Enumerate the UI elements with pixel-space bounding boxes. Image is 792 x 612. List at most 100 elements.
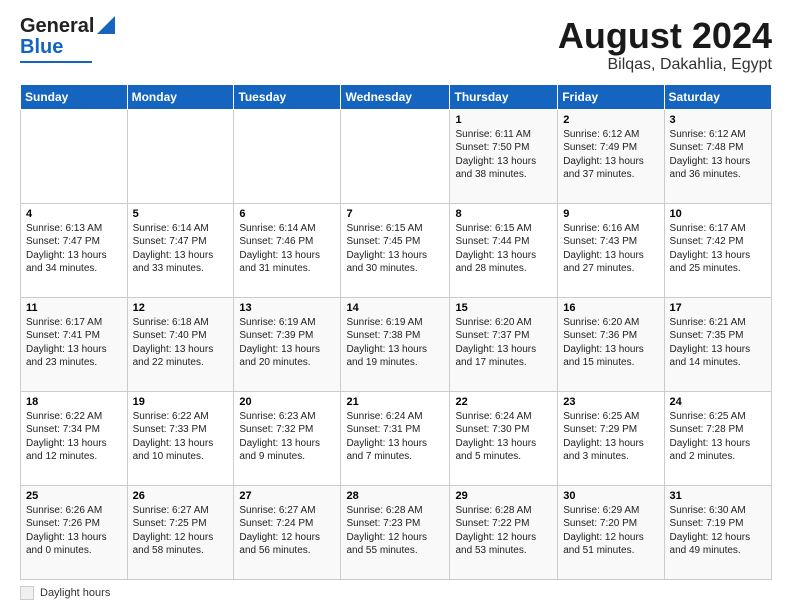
day-info: Sunrise: 6:18 AMSunset: 7:40 PMDaylight:… — [133, 317, 214, 369]
table-row: 25 Sunrise: 6:26 AMSunset: 7:26 PMDaylig… — [21, 485, 128, 579]
day-number: 4 — [26, 208, 122, 220]
table-row: 18 Sunrise: 6:22 AMSunset: 7:34 PMDaylig… — [21, 391, 128, 485]
table-row: 21 Sunrise: 6:24 AMSunset: 7:31 PMDaylig… — [341, 391, 450, 485]
table-row: 27 Sunrise: 6:27 AMSunset: 7:24 PMDaylig… — [234, 485, 341, 579]
table-row: 13 Sunrise: 6:19 AMSunset: 7:39 PMDaylig… — [234, 297, 341, 391]
calendar-week-row: 18 Sunrise: 6:22 AMSunset: 7:34 PMDaylig… — [21, 391, 772, 485]
day-number: 5 — [133, 208, 229, 220]
daylight-legend-box — [20, 586, 34, 600]
day-number: 9 — [563, 208, 658, 220]
day-info: Sunrise: 6:25 AMSunset: 7:29 PMDaylight:… — [563, 411, 644, 463]
day-info: Sunrise: 6:26 AMSunset: 7:26 PMDaylight:… — [26, 505, 107, 557]
day-info: Sunrise: 6:14 AMSunset: 7:47 PMDaylight:… — [133, 223, 214, 275]
day-number: 1 — [455, 114, 552, 126]
day-info: Sunrise: 6:30 AMSunset: 7:19 PMDaylight:… — [670, 505, 751, 557]
day-info: Sunrise: 6:13 AMSunset: 7:47 PMDaylight:… — [26, 223, 107, 275]
day-number: 13 — [239, 302, 335, 314]
table-row: 16 Sunrise: 6:20 AMSunset: 7:36 PMDaylig… — [558, 297, 664, 391]
day-number: 15 — [455, 302, 552, 314]
table-row: 11 Sunrise: 6:17 AMSunset: 7:41 PMDaylig… — [21, 297, 128, 391]
logo: General Blue — [20, 16, 115, 63]
table-row: 9 Sunrise: 6:16 AMSunset: 7:43 PMDayligh… — [558, 203, 664, 297]
day-info: Sunrise: 6:17 AMSunset: 7:42 PMDaylight:… — [670, 223, 751, 275]
logo-general: General — [20, 16, 94, 36]
calendar-table: Sunday Monday Tuesday Wednesday Thursday… — [20, 84, 772, 580]
day-info: Sunrise: 6:12 AMSunset: 7:49 PMDaylight:… — [563, 129, 644, 181]
day-info: Sunrise: 6:16 AMSunset: 7:43 PMDaylight:… — [563, 223, 644, 275]
day-number: 19 — [133, 396, 229, 408]
day-info: Sunrise: 6:23 AMSunset: 7:32 PMDaylight:… — [239, 411, 320, 463]
logo-text-block: General Blue — [20, 16, 115, 63]
table-row: 8 Sunrise: 6:15 AMSunset: 7:44 PMDayligh… — [450, 203, 558, 297]
table-row: 1 Sunrise: 6:11 AMSunset: 7:50 PMDayligh… — [450, 109, 558, 203]
day-info: Sunrise: 6:27 AMSunset: 7:24 PMDaylight:… — [239, 505, 320, 557]
day-info: Sunrise: 6:12 AMSunset: 7:48 PMDaylight:… — [670, 129, 751, 181]
table-row: 4 Sunrise: 6:13 AMSunset: 7:47 PMDayligh… — [21, 203, 128, 297]
table-row: 23 Sunrise: 6:25 AMSunset: 7:29 PMDaylig… — [558, 391, 664, 485]
calendar-week-row: 25 Sunrise: 6:26 AMSunset: 7:26 PMDaylig… — [21, 485, 772, 579]
day-info: Sunrise: 6:15 AMSunset: 7:44 PMDaylight:… — [455, 223, 536, 275]
header-friday: Friday — [558, 84, 664, 109]
day-info: Sunrise: 6:24 AMSunset: 7:30 PMDaylight:… — [455, 411, 536, 463]
calendar-title: August 2024 — [558, 16, 772, 56]
header: General Blue August 2024 Bilqas, Dakahli… — [20, 16, 772, 74]
day-number: 25 — [26, 490, 122, 502]
day-number: 12 — [133, 302, 229, 314]
table-row: 6 Sunrise: 6:14 AMSunset: 7:46 PMDayligh… — [234, 203, 341, 297]
table-row: 2 Sunrise: 6:12 AMSunset: 7:49 PMDayligh… — [558, 109, 664, 203]
day-number: 31 — [670, 490, 766, 502]
day-number: 2 — [563, 114, 658, 126]
day-number: 24 — [670, 396, 766, 408]
day-info: Sunrise: 6:29 AMSunset: 7:20 PMDaylight:… — [563, 505, 644, 557]
logo-blue: Blue — [20, 36, 63, 59]
day-number: 7 — [346, 208, 444, 220]
page: General Blue August 2024 Bilqas, Dakahli… — [0, 0, 792, 612]
day-number: 11 — [26, 302, 122, 314]
weekday-header-row: Sunday Monday Tuesday Wednesday Thursday… — [21, 84, 772, 109]
table-row — [341, 109, 450, 203]
table-row: 24 Sunrise: 6:25 AMSunset: 7:28 PMDaylig… — [664, 391, 771, 485]
title-block: August 2024 Bilqas, Dakahlia, Egypt — [558, 16, 772, 74]
day-info: Sunrise: 6:20 AMSunset: 7:36 PMDaylight:… — [563, 317, 644, 369]
day-info: Sunrise: 6:19 AMSunset: 7:39 PMDaylight:… — [239, 317, 320, 369]
daylight-label: Daylight hours — [40, 587, 110, 599]
table-row: 31 Sunrise: 6:30 AMSunset: 7:19 PMDaylig… — [664, 485, 771, 579]
day-number: 6 — [239, 208, 335, 220]
header-thursday: Thursday — [450, 84, 558, 109]
table-row: 17 Sunrise: 6:21 AMSunset: 7:35 PMDaylig… — [664, 297, 771, 391]
table-row: 26 Sunrise: 6:27 AMSunset: 7:25 PMDaylig… — [127, 485, 234, 579]
table-row: 5 Sunrise: 6:14 AMSunset: 7:47 PMDayligh… — [127, 203, 234, 297]
table-row: 22 Sunrise: 6:24 AMSunset: 7:30 PMDaylig… — [450, 391, 558, 485]
day-info: Sunrise: 6:28 AMSunset: 7:22 PMDaylight:… — [455, 505, 536, 557]
day-number: 28 — [346, 490, 444, 502]
day-info: Sunrise: 6:25 AMSunset: 7:28 PMDaylight:… — [670, 411, 751, 463]
day-number: 10 — [670, 208, 766, 220]
table-row: 14 Sunrise: 6:19 AMSunset: 7:38 PMDaylig… — [341, 297, 450, 391]
calendar-subtitle: Bilqas, Dakahlia, Egypt — [558, 56, 772, 74]
calendar-week-row: 1 Sunrise: 6:11 AMSunset: 7:50 PMDayligh… — [21, 109, 772, 203]
logo-triangle-icon — [97, 16, 115, 34]
day-info: Sunrise: 6:20 AMSunset: 7:37 PMDaylight:… — [455, 317, 536, 369]
header-tuesday: Tuesday — [234, 84, 341, 109]
day-number: 8 — [455, 208, 552, 220]
table-row: 19 Sunrise: 6:22 AMSunset: 7:33 PMDaylig… — [127, 391, 234, 485]
table-row: 15 Sunrise: 6:20 AMSunset: 7:37 PMDaylig… — [450, 297, 558, 391]
table-row — [127, 109, 234, 203]
day-number: 18 — [26, 396, 122, 408]
day-info: Sunrise: 6:24 AMSunset: 7:31 PMDaylight:… — [346, 411, 427, 463]
day-number: 30 — [563, 490, 658, 502]
day-info: Sunrise: 6:21 AMSunset: 7:35 PMDaylight:… — [670, 317, 751, 369]
table-row: 7 Sunrise: 6:15 AMSunset: 7:45 PMDayligh… — [341, 203, 450, 297]
header-wednesday: Wednesday — [341, 84, 450, 109]
table-row: 28 Sunrise: 6:28 AMSunset: 7:23 PMDaylig… — [341, 485, 450, 579]
table-row — [234, 109, 341, 203]
header-saturday: Saturday — [664, 84, 771, 109]
day-number: 3 — [670, 114, 766, 126]
table-row: 12 Sunrise: 6:18 AMSunset: 7:40 PMDaylig… — [127, 297, 234, 391]
table-row: 10 Sunrise: 6:17 AMSunset: 7:42 PMDaylig… — [664, 203, 771, 297]
day-info: Sunrise: 6:28 AMSunset: 7:23 PMDaylight:… — [346, 505, 427, 557]
table-row: 29 Sunrise: 6:28 AMSunset: 7:22 PMDaylig… — [450, 485, 558, 579]
table-row: 3 Sunrise: 6:12 AMSunset: 7:48 PMDayligh… — [664, 109, 771, 203]
footer: Daylight hours — [20, 586, 772, 600]
day-info: Sunrise: 6:14 AMSunset: 7:46 PMDaylight:… — [239, 223, 320, 275]
